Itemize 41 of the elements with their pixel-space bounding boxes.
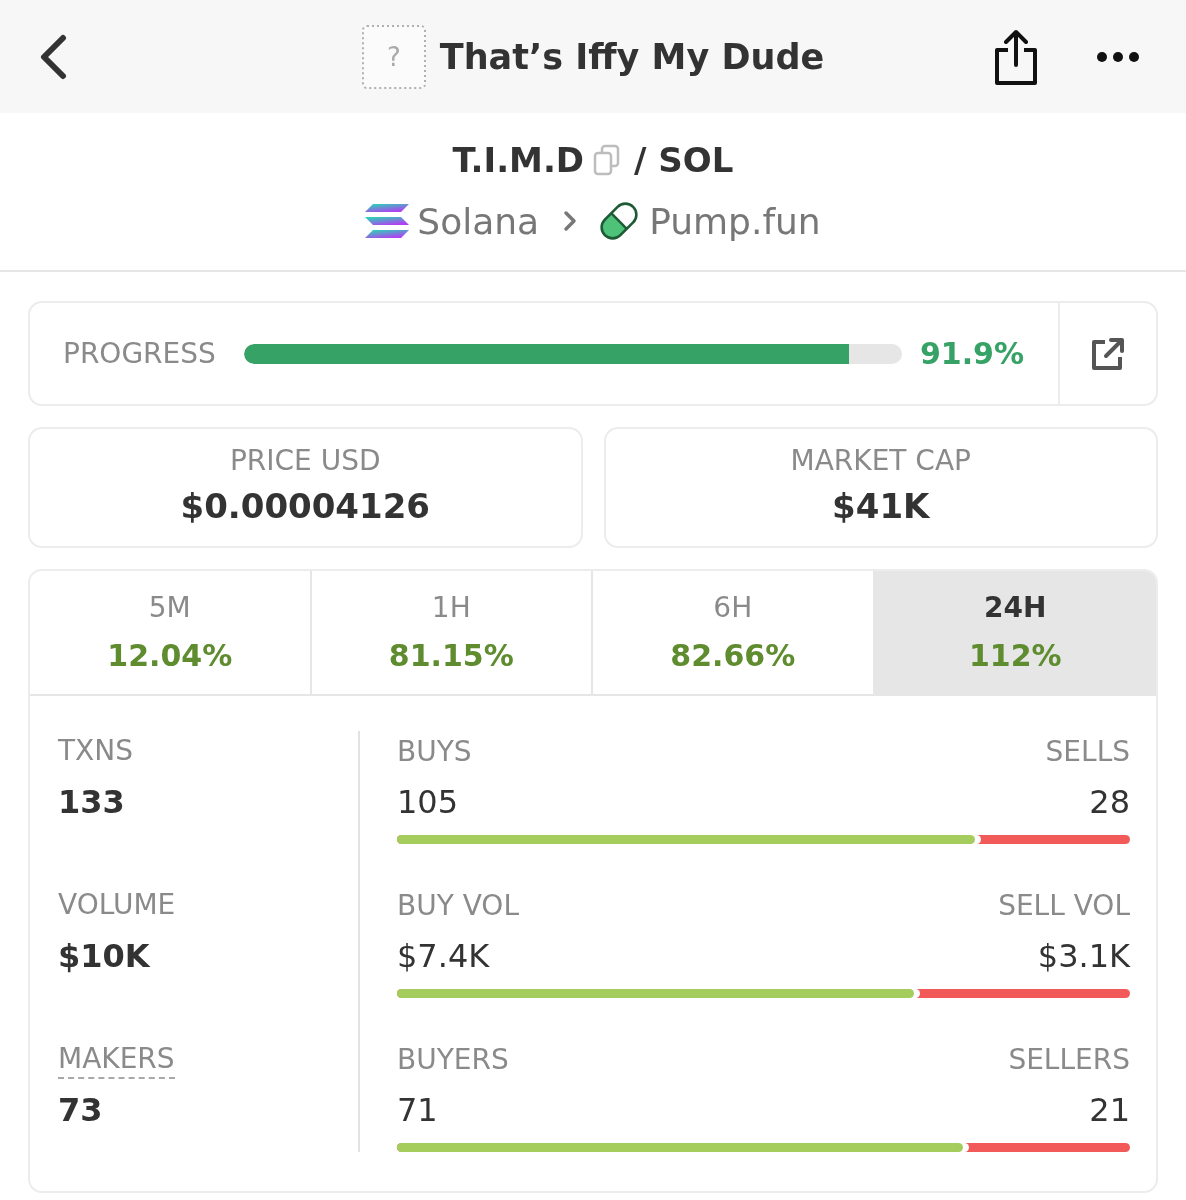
metric-value: 73	[58, 1090, 103, 1131]
period-tab[interactable]: 24H 112%	[874, 571, 1156, 694]
buy-value: $7.4K	[397, 937, 490, 975]
stat-label: MARKET CAP	[790, 443, 971, 479]
sell-value: $3.1K	[1037, 937, 1130, 975]
share-button[interactable]	[993, 27, 1039, 86]
token-title: That’s Iffy My Dude	[439, 36, 825, 77]
buy-label: BUYERS	[397, 1042, 509, 1076]
metric-label: TXNS	[58, 733, 133, 769]
buy-value: 71	[397, 1091, 438, 1129]
quote-symbol: / SOL	[634, 140, 734, 180]
progress-label: PROGRESS	[63, 337, 216, 370]
metric-label[interactable]: MAKERS	[58, 1041, 175, 1079]
sell-label: SELLS	[1045, 734, 1130, 768]
stat-value: $41K	[832, 485, 930, 528]
chevron-left-icon	[38, 33, 68, 80]
metric-value: $10K	[58, 936, 150, 977]
image-placeholder-icon: ?	[361, 24, 426, 89]
metric-label: VOLUME	[58, 887, 176, 923]
buy-value: 105	[397, 783, 459, 821]
buy-label: BUYS	[397, 734, 472, 768]
progress-value: 91.9%	[919, 336, 1024, 371]
solana-logo-icon	[365, 204, 410, 238]
buy-label: BUY VOL	[397, 888, 519, 922]
base-symbol: T.I.M.D	[452, 140, 585, 180]
metric-value: 133	[58, 782, 125, 823]
back-button[interactable]	[38, 33, 68, 80]
more-button[interactable]	[1097, 51, 1139, 62]
period-tab[interactable]: 5M 12.04%	[30, 571, 312, 694]
external-link-icon	[1090, 336, 1126, 371]
sell-value: 28	[1089, 783, 1130, 821]
share-icon	[993, 27, 1039, 86]
stat-label: PRICE USD	[229, 443, 381, 479]
stat-value: $0.00004126	[180, 485, 430, 528]
chain-name[interactable]: Solana	[417, 200, 540, 242]
more-icon	[1097, 51, 1139, 62]
sell-label: SELL VOL	[998, 888, 1130, 922]
sell-value: 21	[1089, 1091, 1130, 1129]
chevron-right-icon	[563, 210, 578, 232]
dex-name[interactable]: Pump.fun	[649, 200, 821, 242]
sell-label: SELLERS	[1008, 1042, 1130, 1076]
